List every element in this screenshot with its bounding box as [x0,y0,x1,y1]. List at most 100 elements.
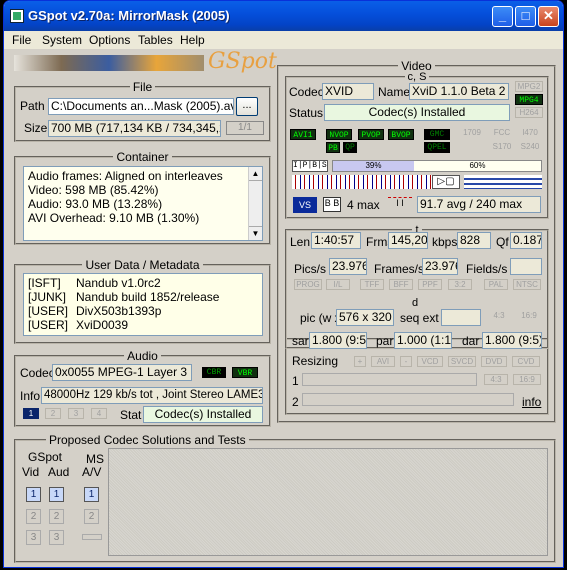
video-status-label: Status [289,106,324,120]
vs-icon[interactable]: VS [293,197,317,213]
flag-ntsc: NTSC [513,279,541,290]
aud-3-button[interactable]: 3 [49,530,64,545]
resize-avi-button[interactable]: AVI [371,356,395,367]
scroll-down-icon[interactable]: ▼ [249,226,262,240]
fields-label: Fields/s [466,262,508,276]
frame-s: S [321,161,327,170]
pics-label: Pics/s [294,262,327,276]
menu-bar: File System Options Tables Help [4,31,563,49]
fmt-h264: H264 [515,107,543,118]
info-link[interactable]: info [522,395,541,409]
video-codec-label: Codec [289,85,324,99]
av-label: A/V [82,465,102,479]
frames-label: Frames/s [374,262,425,276]
par-field: 1.000 (1:1) [394,332,452,349]
size-field: 700 MB (717,134 KB / 734,345,216 [48,120,221,137]
container-scrollbar[interactable]: ▲ ▼ [248,167,262,240]
content-area: GSpot File Path C:\Documents an...Mask (… [4,49,563,567]
resize-row2-label: 2 [292,395,299,409]
container-list[interactable]: Audio frames: Aligned on interleaves Vid… [23,166,263,241]
frame-i: I [293,161,298,170]
userdata-list[interactable]: [ISFT] Nandub v1.0rc2 [JUNK] Nandub build … [23,273,263,336]
resize-vcd-button[interactable]: VCD [417,356,443,367]
flag-pvop: PVOP [358,129,384,140]
track-4-button[interactable]: 4 [91,408,107,419]
flag-ppf: PPF [418,279,442,290]
frms-field: 145,205 [388,232,428,249]
audio-stat-label: Stat [120,408,142,422]
resize-aspect-43: 4:3 [484,374,508,385]
qf-label: Qf [496,235,509,249]
pic-label: pic (w x [300,311,341,325]
menu-file[interactable]: File [12,33,31,47]
video-status-field: Codec(s) Installed [324,104,510,121]
file-legend: File [132,80,153,94]
path-field[interactable]: C:\Documents an...Mask (2005).avi [48,98,234,115]
interval-icon: I I [388,197,412,212]
flag-bff: BFF [389,279,413,290]
av-1-button[interactable]: 1 [84,487,99,502]
qf-field: 0.187 [510,232,542,249]
menu-help[interactable]: Help [180,33,205,47]
vid-1-button[interactable]: 1 [26,487,41,502]
userdata-value: XviD0039 [76,318,129,332]
gspot-label: GSpot [28,450,63,464]
vid-3-button[interactable]: 3 [26,530,41,545]
track-1-button[interactable]: 1 [23,408,39,419]
par-label: par [376,334,394,348]
resize-plus-button[interactable]: + [354,356,366,367]
resize-minus-button[interactable]: - [400,356,412,367]
flag-32: 3:2 [448,279,472,290]
close-button[interactable]: ✕ [538,6,559,27]
aud-2-button[interactable]: 2 [49,509,64,524]
resize-svcd-button[interactable]: SVCD [448,356,476,367]
window-title: GSpot v2.70a: MirrorMask (2005) [28,8,230,23]
logo-strip [14,55,204,71]
app-icon [10,9,24,23]
av-2-button[interactable]: 2 [84,509,99,524]
scroll-up-icon[interactable]: ▲ [249,167,262,181]
fields-field [510,258,542,275]
flag-fcc: FCC [489,128,515,139]
userdata-key: [USER] [28,304,69,318]
vbr-indicator: VBR [232,367,258,378]
frame-p: P [302,161,308,170]
resize-cvd-button[interactable]: CVD [512,356,540,367]
pct2-fill: 60% [414,161,541,171]
flag-pb: PB [326,142,340,153]
track-2-button[interactable]: 2 [45,408,61,419]
resize-dvd-button[interactable]: DVD [481,356,507,367]
maximize-button[interactable]: □ [515,6,536,27]
audio-info-label: Info [20,389,41,403]
frame-pattern [292,175,432,189]
menu-options[interactable]: Options [89,33,130,47]
gspot-logo: GSpot [208,49,277,74]
userdata-value: Nandub build 1852/release [76,290,220,304]
video-cs-legend: c, S [407,71,427,83]
resize-row1-field [302,373,477,386]
flag-avi1: AVI1 [290,129,316,140]
track-3-button[interactable]: 3 [68,408,84,419]
title-bar: GSpot v2.70a: MirrorMask (2005) _ □ ✕ [4,1,563,31]
menu-system[interactable]: System [42,33,82,47]
flag-prog: PROG [294,279,322,290]
sar-label: sar [292,334,309,348]
flag-qp: QP [343,142,357,153]
menu-tables[interactable]: Tables [138,33,173,47]
browse-button[interactable]: ... [236,97,258,116]
flag-il: I/L [326,279,350,290]
container-line: Video: 598 MB (85.42%) [28,183,159,197]
audio-codec-field: 0x0055 MPEG-1 Layer 3 [52,364,192,381]
aspect-43: 4:3 [487,311,511,322]
flag-s240: S240 [517,142,543,153]
aud-1-button[interactable]: 1 [49,487,64,502]
flag-qpel: QPEL [424,142,450,153]
userdata-legend: User Data / Metadata [85,258,200,272]
minimize-button[interactable]: _ [492,6,513,27]
bmax-label: 4 max [347,198,380,212]
flag-nvop: NVOP [326,129,352,140]
proposed-legend: Proposed Codec Solutions and Tests [49,433,246,447]
vid-2-button[interactable]: 2 [26,509,41,524]
flag-tff: TFF [360,279,384,290]
userdata-key: [USER] [28,318,69,332]
